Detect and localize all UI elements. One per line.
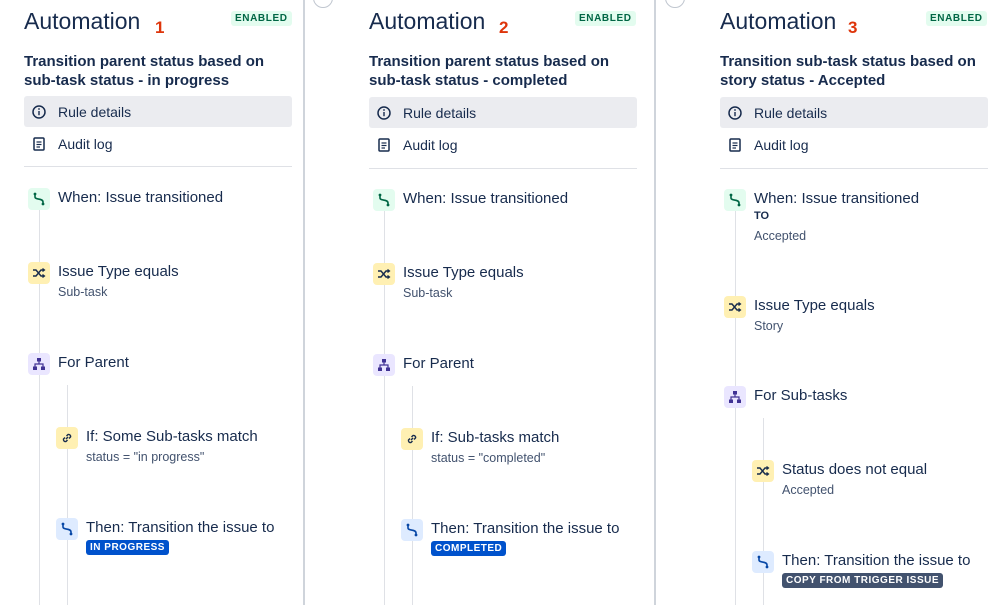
- info-icon: [377, 105, 391, 120]
- panel-number: 2: [499, 18, 509, 37]
- document-icon: [32, 136, 46, 151]
- automation-panel-2: Automation 2 ENABLED Transition parent s…: [369, 0, 639, 605]
- menu-item-label: Rule details: [754, 104, 828, 121]
- panel-divider: [303, 0, 305, 605]
- status-lozenge: COMPLETED: [431, 541, 507, 556]
- component-title: For Parent: [58, 354, 129, 371]
- panel-number: 3: [848, 18, 858, 37]
- document-icon: [377, 137, 391, 152]
- menu-item-label: Rule details: [403, 104, 477, 121]
- component-title: If: Some Sub-tasks match: [86, 428, 258, 445]
- component-title: When: Issue transitioned: [403, 190, 569, 207]
- automation-panel-1: Automation 1 ENABLED Transition parent s…: [24, 0, 294, 605]
- shuffle-icon: [28, 262, 50, 284]
- menu-item-rule-details[interactable]: Rule details: [720, 97, 988, 128]
- hierarchy-icon: [28, 353, 50, 375]
- shuffle-icon: [373, 263, 395, 285]
- menu-item-rule-details[interactable]: Rule details: [24, 96, 292, 127]
- component-subtitle: Story: [754, 319, 784, 333]
- component-subtitle: Accepted: [754, 229, 807, 243]
- status-lozenge: IN PROGRESS: [86, 540, 169, 555]
- divider: [369, 168, 637, 169]
- menu-item-label: Audit log: [403, 136, 458, 153]
- link-icon: [401, 428, 423, 450]
- component-subtitle: Sub-task: [58, 285, 108, 299]
- component-title: For Parent: [403, 355, 474, 372]
- flow-line: [67, 385, 68, 605]
- branch-icon: [56, 518, 78, 540]
- document-icon: [728, 137, 742, 152]
- branch-icon: [28, 188, 50, 210]
- collapse-handle[interactable]: [313, 0, 333, 8]
- automation-panel-3: Automation 3 ENABLED Transition sub-task…: [720, 0, 990, 605]
- panel-number: 1: [155, 18, 165, 37]
- menu-item-label: Rule details: [58, 103, 132, 120]
- shuffle-icon: [752, 460, 774, 482]
- component-title: Issue Type equals: [403, 264, 524, 281]
- branch-icon: [724, 189, 746, 211]
- menu-item-label: Audit log: [58, 135, 113, 152]
- panel-divider: [654, 0, 656, 605]
- component-title: For Sub-tasks: [754, 387, 848, 404]
- component-subtitle: status = "in progress": [86, 450, 205, 464]
- collapse-handle[interactable]: [665, 0, 685, 8]
- menu-item-audit-log[interactable]: Audit log: [720, 129, 988, 160]
- enabled-badge: ENABLED: [575, 11, 636, 26]
- divider: [24, 166, 292, 167]
- shuffle-icon: [724, 296, 746, 318]
- info-icon: [32, 104, 46, 119]
- hierarchy-icon: [373, 354, 395, 376]
- branch-icon: [752, 551, 774, 573]
- branch-icon: [401, 519, 423, 541]
- flow-line: [412, 386, 413, 605]
- component-title: Then: Transition the issue to: [782, 552, 971, 569]
- enabled-badge: ENABLED: [231, 11, 292, 26]
- component-field-label: TO: [754, 210, 770, 222]
- page-title: Automation: [24, 8, 141, 34]
- component-subtitle: Sub-task: [403, 286, 453, 300]
- component-title: Then: Transition the issue to: [431, 520, 620, 537]
- page-title: Automation: [369, 8, 486, 34]
- rule-name: Transition parent status based on sub-ta…: [369, 53, 610, 89]
- component-title: Issue Type equals: [58, 263, 179, 280]
- status-lozenge: COPY FROM TRIGGER ISSUE: [782, 573, 943, 588]
- component-title: Then: Transition the issue to: [86, 519, 275, 536]
- divider: [720, 168, 988, 169]
- link-icon: [56, 427, 78, 449]
- menu-item-label: Audit log: [754, 136, 809, 153]
- page-title: Automation: [720, 8, 837, 34]
- flow-line: [763, 418, 764, 605]
- flow-line: [735, 211, 736, 605]
- component-title: When: Issue transitioned: [754, 190, 920, 207]
- component-title: Issue Type equals: [754, 297, 875, 314]
- hierarchy-icon: [724, 386, 746, 408]
- component-title: If: Sub-tasks match: [431, 429, 560, 446]
- component-subtitle: status = "completed": [431, 451, 546, 465]
- component-title: Status does not equal: [782, 461, 928, 478]
- rule-name: Transition parent status based on sub-ta…: [24, 53, 265, 89]
- rule-name: Transition sub-task status based on stor…: [720, 53, 976, 89]
- menu-item-audit-log[interactable]: Audit log: [24, 128, 292, 159]
- component-title: When: Issue transitioned: [58, 189, 224, 206]
- enabled-badge: ENABLED: [926, 11, 987, 26]
- branch-icon: [373, 189, 395, 211]
- menu-item-audit-log[interactable]: Audit log: [369, 129, 637, 160]
- component-subtitle: Accepted: [782, 483, 835, 497]
- menu-item-rule-details[interactable]: Rule details: [369, 97, 637, 128]
- info-icon: [728, 105, 742, 120]
